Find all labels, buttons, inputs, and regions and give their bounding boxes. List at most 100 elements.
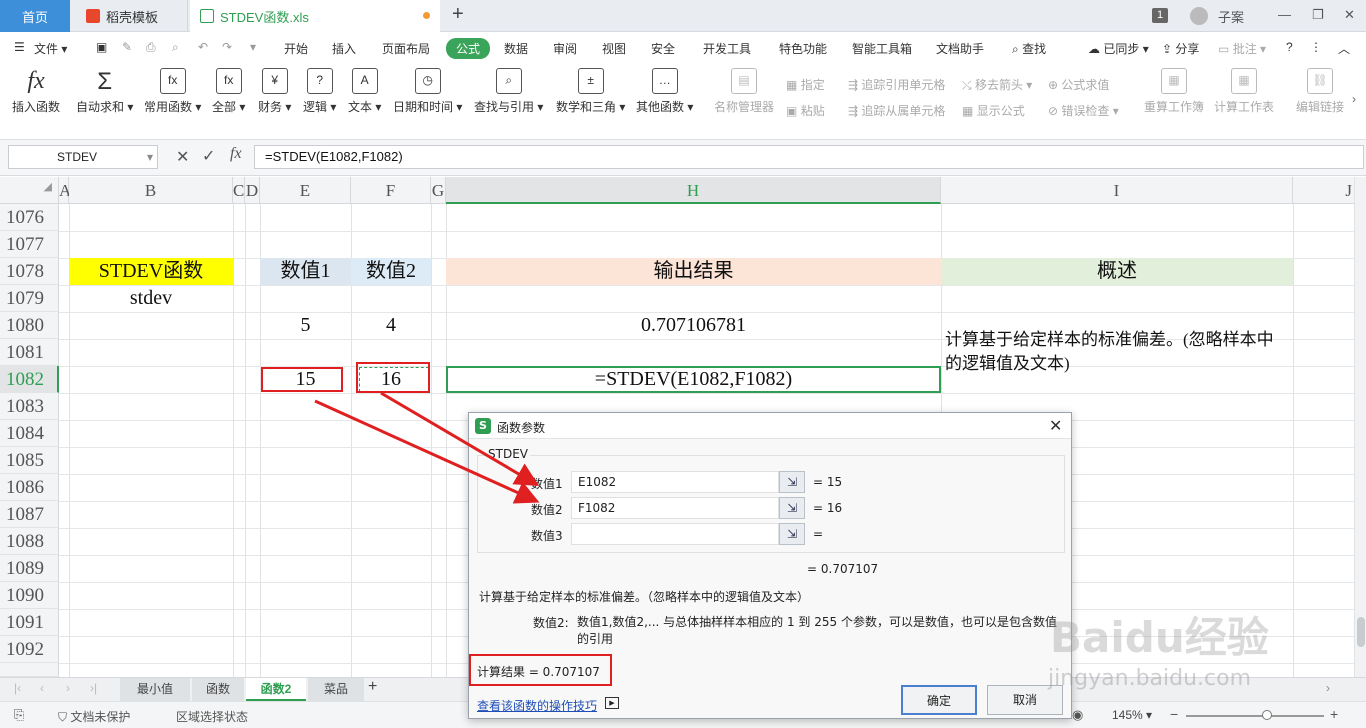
- argument-input-3[interactable]: [571, 523, 779, 545]
- zoom-in-icon[interactable]: +: [1330, 706, 1338, 722]
- collapse-dialog-button[interactable]: ⇲: [779, 497, 805, 519]
- define-name-button[interactable]: ▦ 指定: [786, 76, 825, 93]
- row-header[interactable]: 1080: [0, 312, 59, 339]
- row-header[interactable]: 1077: [0, 231, 59, 258]
- cancel-edit-icon[interactable]: ✕: [176, 147, 189, 167]
- minimize-icon[interactable]: —: [1278, 7, 1291, 22]
- col-header-h[interactable]: H: [446, 177, 941, 204]
- redo-icon[interactable]: ↷: [222, 40, 232, 54]
- dialog-close-icon[interactable]: ✕: [1049, 416, 1062, 435]
- row-header[interactable]: 1083: [0, 393, 59, 420]
- first-sheet-icon[interactable]: |‹: [14, 681, 21, 695]
- next-sheet-icon[interactable]: ›: [66, 681, 70, 695]
- col-header-g[interactable]: G: [431, 177, 446, 204]
- calc-sheet-button[interactable]: ▦ 计算工作表: [1214, 68, 1274, 115]
- zoom-level[interactable]: 145% ▾: [1112, 708, 1152, 722]
- share-button[interactable]: ⇪ 分享: [1162, 40, 1199, 57]
- trace-dependents-button[interactable]: ⇶ 追踪从属单元格: [848, 102, 945, 119]
- zoom-out-icon[interactable]: −: [1170, 706, 1178, 722]
- help-icon[interactable]: ?: [1286, 40, 1293, 54]
- zoom-slider-thumb[interactable]: [1262, 710, 1272, 720]
- scroll-right-icon[interactable]: ›: [1326, 681, 1330, 695]
- save-icon[interactable]: ▣: [96, 40, 107, 54]
- menu-review[interactable]: 审阅: [553, 40, 577, 57]
- logical-button[interactable]: ? 逻辑 ▾: [303, 68, 336, 115]
- sheet-tab[interactable]: 函数: [192, 678, 244, 701]
- print-preview-icon[interactable]: ⌕: [172, 40, 179, 55]
- col-header-j[interactable]: J: [1293, 177, 1354, 204]
- recalc-workbook-button[interactable]: ▦ 重算工作簿: [1144, 68, 1204, 115]
- row-header[interactable]: 1090: [0, 582, 59, 609]
- sync-status[interactable]: ☁ 已同步 ▾: [1088, 40, 1149, 57]
- name-manager-button[interactable]: ▤ 名称管理器: [714, 68, 774, 115]
- menu-view[interactable]: 视图: [602, 40, 626, 57]
- row-header[interactable]: 1089: [0, 555, 59, 582]
- cell-f1080[interactable]: 4: [351, 312, 431, 339]
- row-header[interactable]: 1076: [0, 204, 59, 231]
- collapse-ribbon-icon[interactable]: ︿: [1338, 40, 1350, 57]
- common-functions-button[interactable]: fx 常用函数 ▾: [144, 68, 201, 115]
- dialog-title-bar[interactable]: S 函数参数 ✕: [469, 413, 1071, 439]
- name-box-chevron-icon[interactable]: ▾: [147, 146, 153, 168]
- row-header[interactable]: 1088: [0, 528, 59, 555]
- tab-file[interactable]: STDEV函数.xls: [190, 0, 440, 32]
- menu-security[interactable]: 安全: [651, 40, 675, 57]
- financial-button[interactable]: ¥ 财务 ▾: [258, 68, 291, 115]
- col-header-a[interactable]: A: [59, 177, 71, 204]
- cell-i1080[interactable]: 计算基于给定样本的标准偏差。(忽略样本中的逻辑值及文本): [945, 328, 1290, 376]
- restore-icon[interactable]: ❐: [1312, 7, 1324, 23]
- comment-button[interactable]: ▭ 批注 ▾: [1218, 40, 1266, 57]
- formula-input[interactable]: =STDEV(E1082,F1082): [254, 145, 1364, 169]
- row-header[interactable]: 1084: [0, 420, 59, 447]
- sheet-tab[interactable]: 菜品: [308, 678, 364, 701]
- argument-input-2[interactable]: F1082: [571, 497, 779, 519]
- row-header[interactable]: 1086: [0, 474, 59, 501]
- math-trig-button[interactable]: ± 数学和三角 ▾: [556, 68, 625, 115]
- row-header[interactable]: 1092: [0, 636, 59, 663]
- menu-formula[interactable]: 公式: [446, 38, 491, 59]
- close-window-icon[interactable]: ✕: [1344, 7, 1355, 23]
- video-icon[interactable]: ▶: [605, 697, 619, 709]
- menu-developer[interactable]: 开发工具: [703, 40, 751, 57]
- format-painter-icon[interactable]: ✎: [122, 40, 132, 54]
- evaluate-formula-button[interactable]: ⊕ 公式求值: [1048, 76, 1109, 93]
- undo-icon[interactable]: ↶: [198, 40, 208, 54]
- scrollbar-thumb[interactable]: [1357, 617, 1365, 647]
- collapse-dialog-button[interactable]: ⇲: [779, 523, 805, 545]
- error-check-button[interactable]: ⊘ 错误检查 ▾: [1048, 102, 1119, 119]
- menu-insert[interactable]: 插入: [332, 40, 356, 57]
- ok-button[interactable]: 确定: [901, 685, 977, 715]
- cell-e1080[interactable]: 5: [260, 312, 351, 339]
- row-header[interactable]: 1087: [0, 501, 59, 528]
- prev-sheet-icon[interactable]: ‹: [40, 681, 44, 695]
- text-button[interactable]: A 文本 ▾: [348, 68, 381, 115]
- cell-i1078[interactable]: 概述: [941, 258, 1293, 285]
- paste-name-button[interactable]: ▣ 粘贴: [786, 102, 825, 119]
- cell-h1078[interactable]: 输出结果: [446, 258, 941, 285]
- print-icon[interactable]: ⎙: [146, 40, 156, 55]
- cell-h1080[interactable]: 0.707106781: [446, 312, 941, 339]
- col-header-c[interactable]: C: [233, 177, 245, 204]
- row-header[interactable]: [0, 663, 59, 677]
- autosum-button[interactable]: Σ 自动求和 ▾: [76, 68, 133, 115]
- edit-links-button[interactable]: ⛓ 编辑链接: [1296, 68, 1344, 115]
- protect-status[interactable]: ⛉ 文档未保护: [58, 708, 130, 725]
- select-all-corner[interactable]: ◢: [0, 177, 59, 204]
- macro-icon[interactable]: ⎘: [14, 707, 24, 723]
- vertical-scrollbar[interactable]: [1354, 177, 1366, 677]
- menu-data[interactable]: 数据: [504, 40, 528, 57]
- other-functions-button[interactable]: … 其他函数 ▾: [636, 68, 693, 115]
- col-header-f[interactable]: F: [351, 177, 431, 204]
- menu-toolbox[interactable]: 智能工具箱: [852, 40, 912, 57]
- name-box[interactable]: STDEV ▾: [8, 145, 158, 169]
- confirm-edit-icon[interactable]: ✓: [202, 146, 215, 166]
- row-header[interactable]: 1085: [0, 447, 59, 474]
- col-header-i[interactable]: I: [941, 177, 1293, 204]
- menu-doc-assistant[interactable]: 文档助手: [936, 40, 984, 57]
- insert-function-button[interactable]: fx 插入函数: [12, 68, 60, 115]
- cell-f1078[interactable]: 数值2: [351, 258, 431, 285]
- row-header[interactable]: 1078: [0, 258, 59, 285]
- hamburger-icon[interactable]: ☰: [14, 40, 25, 54]
- cell-h1082-active[interactable]: =STDEV(E1082,F1082): [446, 366, 941, 393]
- lookup-button[interactable]: ⌕ 查找与引用 ▾: [474, 68, 543, 115]
